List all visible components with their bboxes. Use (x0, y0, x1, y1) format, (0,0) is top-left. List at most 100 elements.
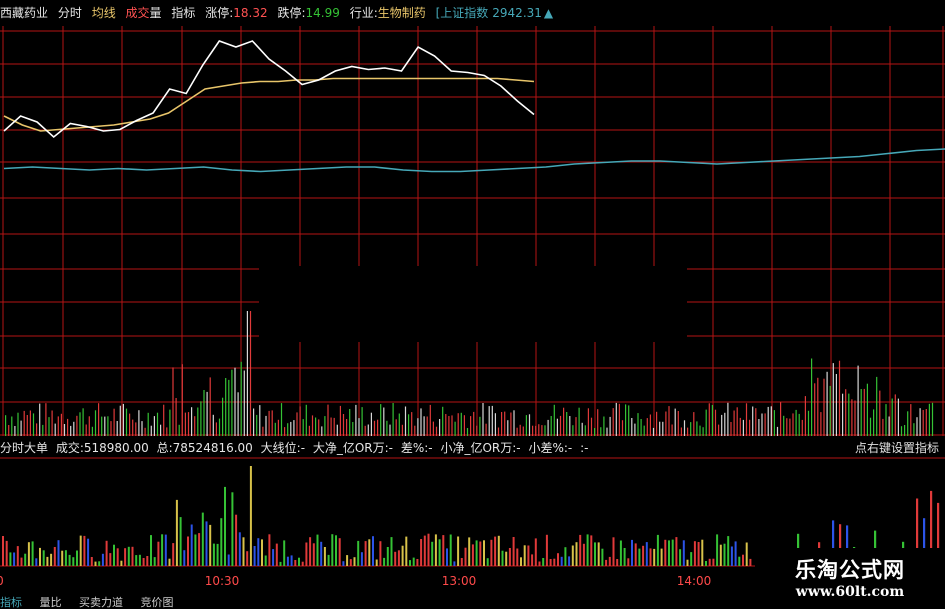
up-arrow-icon: ▲ (543, 6, 554, 20)
volume-bar (203, 390, 205, 436)
indicator-bar (294, 560, 297, 566)
volume-bar (860, 389, 862, 436)
tab-chengjiao[interactable]: 成交量 (126, 6, 168, 20)
index-ref[interactable]: [上证指数 2942.31 ▲ (436, 6, 560, 20)
volume-bar (432, 421, 434, 436)
volume-bar (411, 412, 413, 436)
indicator-bar (79, 535, 82, 566)
volume-bar (423, 416, 425, 436)
volume-bar (494, 413, 496, 436)
indicator-bar (397, 550, 400, 566)
volume-bar (522, 426, 524, 436)
tab-indicator[interactable]: 指标 (0, 596, 22, 609)
volume-bar (166, 427, 168, 436)
volume-bar (767, 406, 769, 436)
volume-bar (625, 404, 627, 436)
volume-bar (547, 419, 549, 436)
indicator-bar (612, 537, 615, 566)
indicator-bar (686, 559, 689, 566)
volume-bar (476, 425, 478, 436)
volume-bar (262, 426, 264, 436)
volume-bar (268, 410, 270, 436)
indicator-bar (39, 547, 41, 566)
indicator-bar (2, 536, 4, 566)
volume-bar (296, 412, 298, 436)
indicator-bar (31, 541, 34, 566)
volume-bar (153, 416, 155, 436)
volume-bar (370, 412, 372, 436)
index-value: 2942.31 (492, 6, 542, 20)
masked-area (259, 266, 687, 342)
indicator-bar (564, 547, 567, 566)
volume-bar (265, 415, 267, 436)
volume-bar (293, 420, 295, 436)
volume-bar (513, 410, 515, 436)
tab-buy-sell-force[interactable]: 买卖力道 (79, 596, 123, 609)
indicator-bar (305, 542, 308, 566)
indicator-bar (516, 548, 519, 566)
volume-bar (147, 412, 149, 436)
tab-junxian[interactable]: 均线 (92, 6, 116, 20)
indicator-bar (216, 543, 219, 566)
volume-bar (14, 426, 16, 436)
indicator-bar (20, 557, 23, 566)
indicator-bar (501, 550, 504, 566)
volume-bar (386, 420, 388, 436)
volume-bar (191, 407, 193, 436)
chart-header: 西藏药业 分时 均线 成交量 指标 涨停:18.32 跌停:14.99 行业:生… (0, 0, 553, 26)
volume-bar (336, 424, 338, 436)
volume-bar (231, 369, 233, 436)
tab-chengjiao-a: 成交 (125, 6, 150, 20)
volume-bar (532, 425, 534, 436)
indicator-big-line: 大线位:- (260, 441, 306, 455)
stock-name[interactable]: 西藏药业 (0, 6, 48, 20)
tab-fenshi[interactable]: 分时 (58, 6, 82, 20)
volume-bar (668, 406, 670, 436)
indicator-bar (586, 534, 589, 566)
volume-bar (104, 416, 106, 436)
index-line (3, 148, 945, 173)
indicator-bar (723, 543, 726, 566)
indicator-bar (542, 558, 545, 566)
volume-bar (460, 412, 462, 436)
volume-bar (826, 371, 828, 436)
volume-bar (67, 418, 69, 436)
volume-bar (807, 410, 810, 436)
volume-bar (714, 409, 717, 436)
volume-bar (609, 416, 611, 436)
right-click-hint[interactable]: 点右键设置指标 (855, 438, 939, 458)
volume-bar (91, 426, 93, 436)
volume-bar (755, 408, 757, 436)
volume-bar (845, 389, 847, 436)
volume-bar (730, 422, 732, 436)
indicator-bar (738, 556, 741, 566)
volume-bar (175, 398, 177, 436)
indicator-bar (460, 558, 463, 566)
indicator-bar (275, 543, 278, 566)
volume-bar (358, 418, 360, 436)
indicator-name[interactable]: 分时大单 (0, 441, 48, 455)
indicator-bar (290, 555, 293, 566)
volume-bar (606, 427, 608, 436)
volume-bar (321, 426, 323, 436)
volume-bar (73, 421, 75, 436)
volume-bar (869, 417, 872, 436)
volume-bar (876, 376, 878, 436)
indicator-bar (261, 539, 263, 566)
indicator-bar (87, 538, 90, 566)
volume-bar (215, 422, 217, 436)
indicator-bar (427, 533, 430, 566)
volume-bar (342, 414, 345, 436)
industry-value: 生物制药 (377, 6, 426, 20)
indicator-bar (201, 512, 204, 566)
indicator-bar (190, 524, 193, 566)
indicator-bar (283, 540, 286, 566)
volume-bar (439, 419, 441, 436)
tab-auction[interactable]: 竞价图 (141, 596, 174, 609)
indicator-bar (608, 556, 611, 566)
industry[interactable]: 行业:生物制药 (350, 6, 432, 20)
indicator-bar (268, 534, 271, 566)
tab-zhibiao[interactable]: 指标 (171, 6, 195, 20)
tab-volume-ratio[interactable]: 量比 (40, 596, 62, 609)
volume-bar (891, 398, 893, 436)
